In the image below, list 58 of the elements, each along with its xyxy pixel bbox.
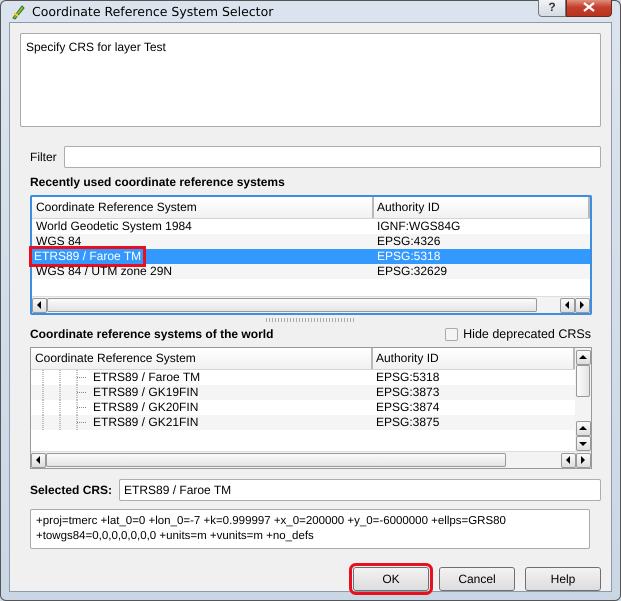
horizontal-scrollbar[interactable] bbox=[32, 296, 590, 313]
crs-name: ETRS89 / GK19FIN bbox=[93, 385, 198, 400]
authority-id: EPSG:5318 bbox=[377, 249, 440, 264]
column-header[interactable]: Coordinate Reference System bbox=[32, 197, 374, 218]
scroll-up-button[interactable] bbox=[576, 350, 590, 365]
scroll-left-button[interactable] bbox=[560, 298, 575, 312]
close-button[interactable] bbox=[566, 0, 612, 17]
proj-definition-box: +proj=tmerc +lat_0=0 +lon_0=-7 +k=0.999997 +x_0=200000 +y_0=-6000000 +ellps=GRS80 +towgs84=0,0,0,0,0,0,0 +units=m +vunits=m +no_defs bbox=[30, 509, 590, 549]
authority-id: EPSG:4326 bbox=[377, 234, 440, 249]
vertical-scrollbar[interactable] bbox=[575, 348, 591, 451]
filter-label: Filter bbox=[30, 150, 57, 164]
table-row[interactable]: ETRS89 / Faroe TM EPSG:5318 bbox=[31, 370, 575, 385]
message-box: Specify CRS for layer Test bbox=[20, 33, 601, 127]
scroll-thumb[interactable] bbox=[47, 298, 537, 312]
filter-field[interactable] bbox=[64, 146, 601, 168]
scroll-right-button[interactable] bbox=[576, 452, 591, 468]
selected-crs-field[interactable]: ETRS89 / Faroe TM bbox=[119, 479, 601, 501]
crs-name: WGS 84 / UTM zone 29N bbox=[36, 264, 172, 279]
scroll-left-button[interactable] bbox=[561, 452, 576, 468]
table-row[interactable]: ETRS89 / GK21FIN EPSG:3875 bbox=[31, 415, 575, 430]
app-logo-icon bbox=[10, 4, 26, 20]
scroll-left-button[interactable] bbox=[31, 452, 46, 468]
crs-name: World Geodetic System 1984 bbox=[36, 219, 192, 234]
column-header[interactable]: Coordinate Reference System bbox=[31, 348, 373, 369]
scroll-up-button[interactable] bbox=[576, 421, 590, 436]
crs-name: ETRS89 / GK20FIN bbox=[93, 400, 198, 415]
crs-name: ETRS89 / Faroe TM bbox=[32, 249, 144, 264]
crs-name: ETRS89 / GK21FIN bbox=[93, 415, 198, 430]
crs-name: WGS 84 bbox=[36, 234, 82, 249]
scroll-left-button[interactable] bbox=[32, 298, 47, 312]
table-row[interactable]: ETRS89 / GK20FIN EPSG:3874 bbox=[31, 400, 575, 415]
hide-deprecated-checkbox[interactable]: Hide deprecated CRSs bbox=[445, 327, 591, 341]
scroll-down-button[interactable] bbox=[576, 436, 590, 451]
authority-id: EPSG:3873 bbox=[376, 385, 440, 400]
authority-id: EPSG:3874 bbox=[376, 400, 440, 415]
help-button[interactable]: ? bbox=[538, 0, 566, 17]
scroll-right-button[interactable] bbox=[575, 298, 590, 312]
authority-id: EPSG:5318 bbox=[376, 370, 440, 385]
table-row[interactable]: World Geodetic System 1984 IGNF:WGS84G bbox=[32, 219, 590, 234]
authority-id: EPSG:3875 bbox=[376, 415, 440, 430]
scroll-thumb[interactable] bbox=[46, 453, 506, 467]
horizontal-scrollbar[interactable] bbox=[31, 451, 591, 468]
column-header[interactable]: Authority ID bbox=[374, 197, 590, 218]
table-row[interactable]: WGS 84 EPSG:4326 bbox=[32, 234, 590, 249]
dialog-button[interactable]: Help bbox=[525, 567, 601, 591]
authority-id: IGNF:WGS84G bbox=[377, 219, 460, 234]
selected-crs-label: Selected CRS: bbox=[30, 483, 112, 497]
dialog-button[interactable]: Cancel bbox=[439, 567, 515, 591]
window-title: Coordinate Reference System Selector bbox=[32, 4, 274, 19]
section-heading: Coordinate reference systems of the world bbox=[29, 327, 274, 341]
crs-name: ETRS89 / Faroe TM bbox=[93, 370, 200, 385]
table-row[interactable]: ETRS89 / GK19FIN EPSG:3873 bbox=[31, 385, 575, 400]
section-heading: Recently used coordinate reference systems bbox=[29, 175, 286, 189]
splitter-handle[interactable] bbox=[266, 318, 356, 322]
scroll-thumb[interactable] bbox=[576, 365, 590, 397]
authority-id: EPSG:32629 bbox=[377, 264, 448, 279]
close-icon bbox=[583, 2, 595, 12]
table-row[interactable]: WGS 84 / UTM zone 29N EPSG:32629 bbox=[32, 264, 590, 279]
